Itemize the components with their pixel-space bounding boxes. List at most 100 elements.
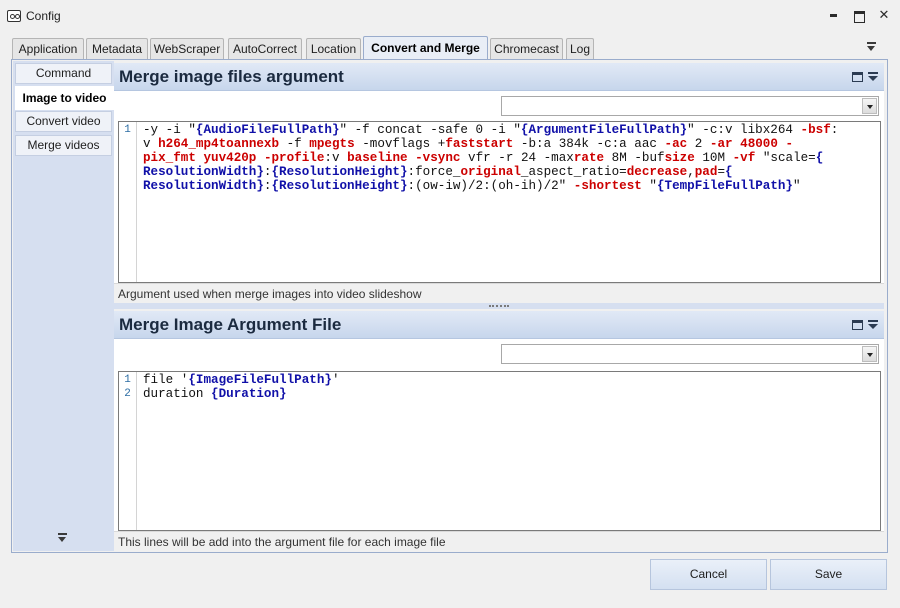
- window-title: Config: [26, 9, 61, 23]
- code-token: {ArgumentFileFullPath}: [520, 123, 688, 137]
- code-line: ResolutionWidth}:{ResolutionHeight}:forc…: [143, 165, 878, 179]
- code-token: :(ow-iw)/2:(oh-ih)/2": [407, 179, 574, 193]
- panel-maximize-icon[interactable]: [852, 72, 863, 82]
- code-token: " -c:v libx264: [687, 123, 801, 137]
- code-line: -y -i "{AudioFileFullPath}" -f concat -s…: [143, 123, 878, 137]
- sidebar-menu-icon[interactable]: [57, 533, 68, 543]
- splitter-grip-icon[interactable]: [489, 305, 509, 307]
- line-number: 2: [124, 388, 131, 400]
- sidebar-item-image-to-video[interactable]: Image to video: [15, 86, 114, 110]
- code-token: ResolutionWidth}: [143, 165, 264, 179]
- code-token: -movflags +: [354, 137, 446, 151]
- code-token: v: [143, 137, 159, 151]
- sidebar-item-merge-videos[interactable]: Merge videos: [15, 135, 112, 156]
- tab-chromecast[interactable]: Chromecast: [490, 38, 563, 59]
- code-token: {: [725, 165, 733, 179]
- code-token: mpegts: [309, 137, 355, 151]
- app-icon: [7, 10, 21, 22]
- code-token: {ResolutionHeight}: [271, 179, 408, 193]
- panel-menu-icon[interactable]: [868, 72, 878, 82]
- save-button[interactable]: Save: [770, 559, 887, 590]
- panel-status-text: This lines will be add into the argument…: [114, 531, 884, 551]
- tab-location[interactable]: Location: [306, 38, 361, 59]
- code-token: {AudioFileFullPath}: [195, 123, 340, 137]
- code-text[interactable]: -y -i "{AudioFileFullPath}" -f concat -s…: [143, 123, 878, 193]
- code-token: -f: [279, 137, 310, 151]
- tab-convert-and-merge[interactable]: Convert and Merge: [363, 36, 488, 59]
- preset-dropdown[interactable]: [501, 344, 879, 364]
- combo-arrow-icon[interactable]: [862, 346, 877, 362]
- argument-code-editor[interactable]: 1 -y -i "{AudioFileFullPath}" -f concat …: [118, 121, 881, 283]
- tab-application[interactable]: Application: [12, 38, 84, 59]
- code-token: duration: [143, 387, 212, 401]
- preset-dropdown[interactable]: [501, 96, 879, 116]
- code-token: h264_mp4toannexb: [158, 137, 280, 151]
- code-token: 10M: [694, 151, 733, 165]
- code-token: ": [641, 179, 657, 193]
- code-token: 2: [687, 137, 710, 151]
- code-token: :force_: [407, 165, 461, 179]
- line-number: 1: [124, 124, 131, 136]
- merge-image-argument-file-panel: Merge Image Argument File 1 2 file '{Ima…: [114, 311, 884, 551]
- panel-splitter[interactable]: [114, 303, 884, 309]
- panel-title: Merge Image Argument File: [119, 315, 342, 334]
- code-token: baseline: [347, 151, 408, 165]
- code-token: {ImageFileFullPath}: [188, 373, 332, 387]
- code-token: {: [815, 151, 824, 165]
- panel-header: Merge Image Argument File: [114, 311, 884, 339]
- tab-metadata[interactable]: Metadata: [86, 38, 148, 59]
- code-line: pix_fmt yuv420p -profile:v baseline -vsy…: [143, 151, 878, 165]
- minimize-icon[interactable]: [826, 8, 842, 22]
- line-number-gutter: 1: [119, 122, 137, 282]
- code-token: -ac: [664, 137, 688, 151]
- code-token: decrease: [626, 165, 688, 179]
- tab-log[interactable]: Log: [566, 38, 594, 59]
- tab-autocorrect[interactable]: AutoCorrect: [228, 38, 302, 59]
- code-token: :: [830, 123, 839, 137]
- sidebar-item-command[interactable]: Command: [15, 63, 112, 84]
- code-token: -vf: [732, 151, 756, 165]
- tab-webscraper[interactable]: WebScraper: [150, 38, 224, 59]
- code-token: rate: [573, 151, 605, 165]
- code-token: ResolutionWidth}: [143, 179, 264, 193]
- panel-header: Merge image files argument: [114, 63, 884, 91]
- maximize-icon[interactable]: [851, 8, 867, 23]
- code-token: ': [331, 373, 340, 387]
- code-token: -bsf: [800, 123, 831, 137]
- code-token: -b:a 384k -c:a aac: [513, 137, 665, 151]
- tabs-menu-icon[interactable]: [866, 42, 877, 52]
- code-line: file '{ImageFileFullPath}': [143, 373, 878, 387]
- code-token: ": [793, 179, 801, 193]
- title-bar: Config ✕: [0, 0, 900, 32]
- code-token: "scale=: [755, 151, 816, 165]
- close-icon[interactable]: ✕: [876, 8, 892, 22]
- panel-maximize-icon[interactable]: [852, 320, 863, 330]
- sidebar-item-convert-video[interactable]: Convert video: [15, 111, 112, 132]
- code-token: {Duration}: [211, 387, 287, 401]
- code-token: _aspect_ratio=: [520, 165, 627, 179]
- code-token: -y -i ": [143, 123, 196, 137]
- combo-arrow-icon[interactable]: [862, 98, 877, 114]
- code-token: pix_fmt yuv420p: [143, 151, 257, 165]
- panel-menu-icon[interactable]: [868, 320, 878, 330]
- code-token: 8M -buf: [604, 151, 665, 165]
- code-token: -vsync: [415, 151, 461, 165]
- merge-image-files-panel: Merge image files argument 1 -y -i "{Aud…: [114, 63, 884, 303]
- code-token: ,: [687, 165, 695, 179]
- code-token: original: [460, 165, 521, 179]
- panel-title: Merge image files argument: [119, 67, 344, 86]
- code-token: pad: [694, 165, 718, 179]
- code-token: =: [717, 165, 725, 179]
- code-text[interactable]: file '{ImageFileFullPath}' duration {Dura…: [143, 373, 878, 401]
- code-token: file ': [143, 373, 189, 387]
- code-token: -profile: [263, 151, 325, 165]
- code-token: vfr -r 24 -max: [460, 151, 574, 165]
- code-token: size: [664, 151, 695, 165]
- code-token: {TempFileFullPath}: [656, 179, 793, 193]
- argument-file-code-editor[interactable]: 1 2 file '{ImageFileFullPath}' duration {…: [118, 371, 881, 531]
- line-number: 1: [124, 374, 131, 386]
- code-token: " -f concat -safe 0 -i ": [339, 123, 521, 137]
- cancel-button[interactable]: Cancel: [650, 559, 767, 590]
